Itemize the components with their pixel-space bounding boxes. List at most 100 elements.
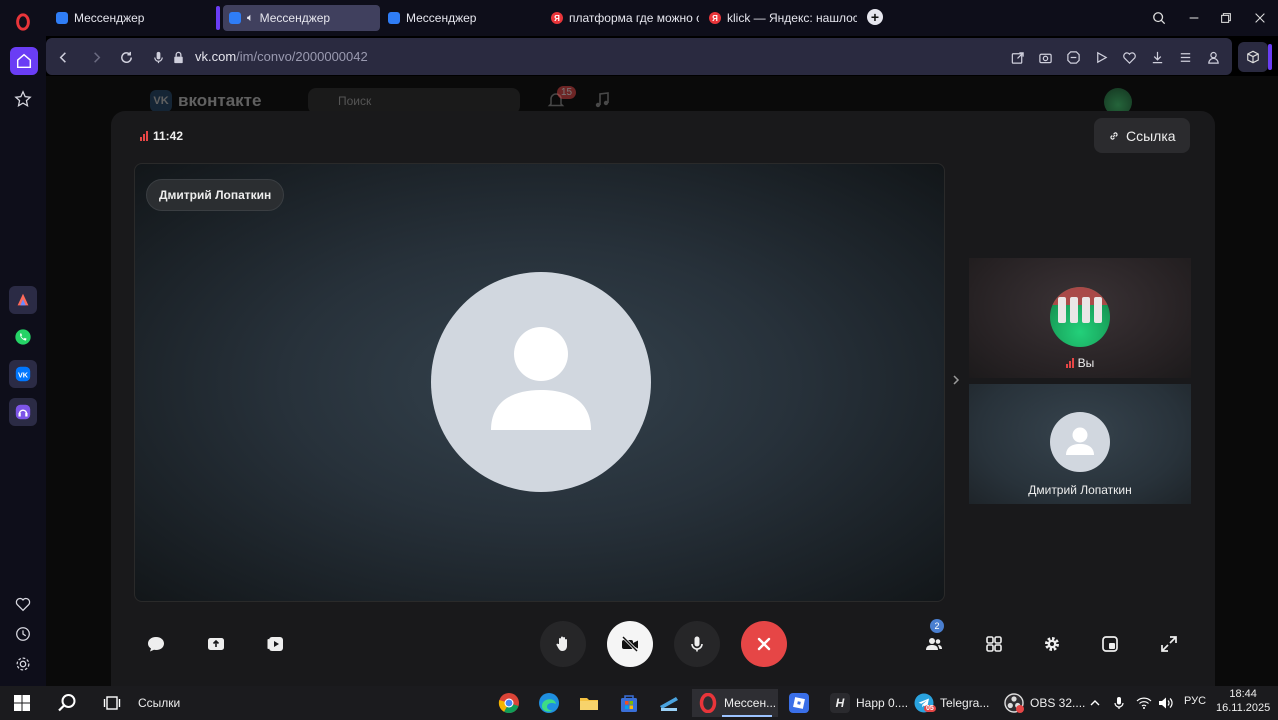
opera-menu-icon[interactable]	[9, 8, 37, 36]
participant-video-tile[interactable]: Дмитрий Лопаткин	[969, 384, 1191, 504]
watch-together-icon[interactable]	[259, 627, 293, 661]
recording-indicator	[1016, 705, 1024, 713]
taskbar-search-field[interactable]: Ссылки	[132, 689, 186, 717]
back-icon[interactable]	[54, 48, 72, 66]
tab-yandex-search-1[interactable]: Я платформа где можно ст	[545, 5, 699, 31]
download-icon[interactable]	[1148, 48, 1166, 66]
whatsapp-icon[interactable]	[9, 323, 37, 351]
lock-icon[interactable]	[169, 48, 187, 66]
yandex-icon: Я	[551, 12, 563, 24]
speaker-icon[interactable]: 🔈︎	[247, 12, 254, 25]
camera-off-icon	[621, 635, 639, 653]
signal-strength-icon	[140, 131, 148, 141]
restore-icon[interactable]	[1216, 8, 1236, 28]
windows-start-icon[interactable]	[10, 691, 34, 715]
music-player-icon[interactable]	[9, 398, 37, 426]
forward-icon[interactable]	[87, 48, 105, 66]
screen-share-icon[interactable]	[199, 627, 233, 661]
avatar	[1050, 287, 1110, 347]
search-tabs-icon[interactable]	[1149, 8, 1169, 28]
file-explorer-icon[interactable]	[577, 691, 601, 715]
profile-icon[interactable]	[1204, 48, 1222, 66]
participants-count-badge: 2	[930, 619, 944, 633]
avatar-placeholder-icon	[1050, 412, 1110, 472]
minimize-icon[interactable]	[1184, 8, 1204, 28]
yandex-icon: Я	[709, 12, 721, 24]
raise-hand-button[interactable]	[540, 621, 586, 667]
video-call-window: 11:42 Ссылка Дмитрий Лопаткин Вы Дмитрий…	[111, 111, 1215, 686]
taskbar-app-obs[interactable]: OBS 32....	[998, 689, 1091, 717]
taskbar-app-happ[interactable]: H Happ 0....	[824, 689, 914, 717]
extensions-icon[interactable]	[1238, 42, 1268, 72]
avatar-placeholder-icon	[431, 272, 651, 492]
opera-icon	[698, 693, 718, 713]
home-icon[interactable]	[10, 47, 38, 75]
microphone-icon	[691, 636, 703, 652]
vk-logo-icon: VK	[150, 90, 172, 112]
task-view-icon[interactable]	[100, 691, 124, 715]
aria-icon[interactable]	[9, 286, 37, 314]
star-icon[interactable]	[9, 85, 37, 113]
easy-setup-icon[interactable]	[1176, 48, 1194, 66]
fullscreen-icon[interactable]	[1152, 627, 1186, 661]
tab-messenger-3[interactable]: Мессенджер	[382, 5, 540, 31]
clock[interactable]: 18:44 16.11.2025	[1216, 687, 1270, 715]
obs-icon	[1004, 693, 1024, 713]
settings-icon[interactable]	[9, 650, 37, 678]
message-icon	[229, 12, 241, 24]
happ-icon: H	[830, 693, 850, 713]
tab-yandex-search-2[interactable]: Я klick — Яндекс: нашлось	[703, 5, 857, 31]
vk-app-icon[interactable]: VK	[9, 360, 37, 388]
camera-icon[interactable]	[1036, 48, 1054, 66]
heart-icon[interactable]	[9, 590, 37, 618]
app-window-icon[interactable]	[657, 691, 681, 715]
share-icon[interactable]	[1008, 48, 1026, 66]
chat-icon[interactable]	[139, 627, 173, 661]
browser-sidebar: VK	[0, 0, 46, 686]
self-name-label: Вы	[1077, 356, 1095, 370]
close-icon	[757, 637, 771, 651]
new-tab-button[interactable]: +	[867, 9, 883, 25]
adblock-icon[interactable]	[1064, 48, 1082, 66]
settings-gear-icon[interactable]	[1035, 627, 1069, 661]
main-video-tile[interactable]: Дмитрий Лопаткин	[134, 163, 945, 602]
roblox-icon[interactable]	[787, 691, 811, 715]
self-video-tile[interactable]: Вы	[969, 258, 1191, 378]
taskbar-app-telegram[interactable]: 05 Telegra...	[908, 689, 995, 717]
tab-messenger-1[interactable]: Мессенджер	[50, 5, 208, 31]
wifi-icon[interactable]	[1135, 691, 1153, 715]
store-icon[interactable]	[617, 691, 641, 715]
vk-logo[interactable]: VK вконтакте	[150, 90, 261, 112]
link-icon	[1110, 131, 1118, 140]
volume-icon[interactable]	[1157, 691, 1175, 715]
tab-messenger-2[interactable]: 🔈︎ Мессенджер	[223, 5, 380, 31]
participants-icon[interactable]: 2	[917, 619, 951, 661]
close-window-icon[interactable]	[1250, 8, 1270, 28]
chevron-up-icon[interactable]	[1087, 691, 1103, 715]
grid-layout-icon[interactable]	[977, 627, 1011, 661]
play-icon[interactable]	[1092, 48, 1110, 66]
microphone-icon[interactable]	[149, 48, 167, 66]
picture-in-picture-icon[interactable]	[1093, 627, 1127, 661]
edge-icon[interactable]	[537, 691, 561, 715]
telegram-unread-badge: 05	[924, 705, 936, 712]
camera-toggle-button[interactable]	[607, 621, 653, 667]
search-icon[interactable]	[55, 691, 79, 715]
hand-icon	[556, 636, 567, 651]
call-timer: 11:42	[140, 129, 183, 143]
heart-icon[interactable]	[1120, 48, 1138, 66]
history-icon[interactable]	[9, 620, 37, 648]
url-field[interactable]: vk.com/im/convo/2000000042	[195, 49, 368, 64]
participant-name-label: Дмитрий Лопаткин	[146, 179, 285, 211]
telegram-icon: 05	[914, 693, 936, 713]
microphone-tray-icon[interactable]	[1110, 691, 1128, 715]
language-indicator[interactable]: РУС	[1184, 695, 1206, 707]
end-call-button[interactable]	[741, 621, 787, 667]
reload-icon[interactable]	[117, 48, 135, 66]
microphone-toggle-button[interactable]	[674, 621, 720, 667]
message-icon	[56, 12, 68, 24]
chrome-icon[interactable]	[497, 691, 521, 715]
chevron-right-icon[interactable]	[949, 373, 963, 387]
copy-link-button[interactable]: Ссылка	[1094, 118, 1190, 153]
taskbar-app-opera[interactable]: Мессен...	[692, 689, 778, 717]
